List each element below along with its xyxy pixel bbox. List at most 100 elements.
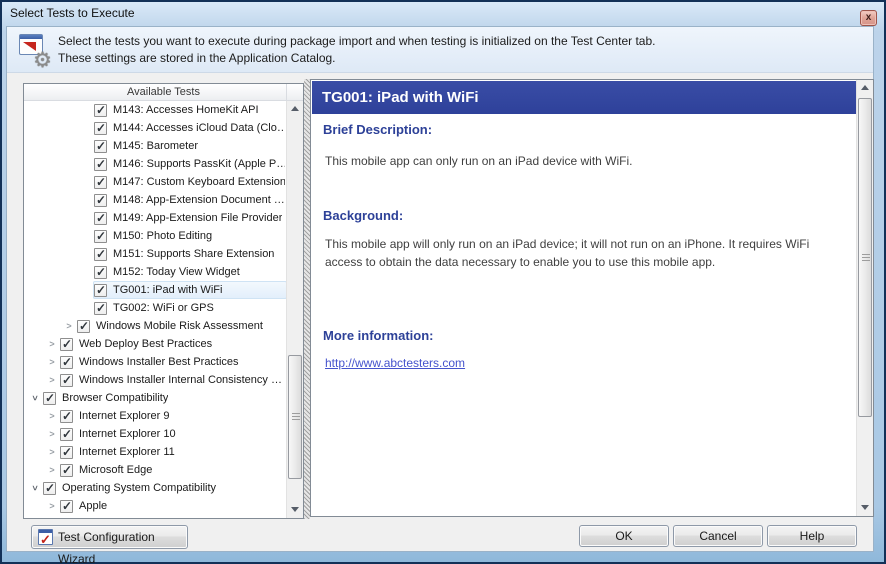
tree-item-label: M145: Barometer bbox=[113, 140, 198, 152]
expand-chevron-icon[interactable]: > bbox=[45, 499, 59, 513]
tree-item[interactable]: >Internet Explorer 10 bbox=[24, 425, 287, 443]
checkbox[interactable] bbox=[60, 374, 73, 387]
tree-item-label: M144: Accesses iCloud Data (Clo… bbox=[113, 122, 285, 134]
tree-item-label: Browser Compatibility bbox=[62, 392, 168, 404]
tree-item-label: Internet Explorer 11 bbox=[79, 446, 175, 458]
tree-item-label: Windows Installer Internal Consistency … bbox=[79, 374, 282, 386]
cancel-button[interactable]: Cancel bbox=[673, 525, 763, 547]
checkbox[interactable] bbox=[94, 302, 107, 315]
checkbox[interactable] bbox=[94, 104, 107, 117]
collapse-chevron-icon[interactable]: > bbox=[28, 391, 42, 405]
brief-description-body: This mobile app can only run on an iPad … bbox=[325, 152, 632, 170]
tree-item-label: M152: Today View Widget bbox=[113, 266, 240, 278]
tree-item[interactable]: > Windows Installer Internal Consistency … bbox=[24, 371, 287, 389]
tree-item[interactable]: M151: Supports Share Extension bbox=[24, 245, 287, 263]
available-tests-column-header[interactable]: Available Tests bbox=[24, 84, 303, 101]
more-information-link[interactable]: http://www.abctesters.com bbox=[325, 356, 465, 370]
checkbox[interactable] bbox=[94, 122, 107, 135]
tree-item[interactable]: > Windows Installer Best Practices bbox=[24, 353, 287, 371]
title-bar[interactable]: Select Tests to Execute x bbox=[2, 2, 884, 26]
tree-item[interactable]: >Windows Mobile Risk Assessment bbox=[24, 317, 287, 335]
tree-item-label: Windows Installer Best Practices bbox=[79, 356, 239, 368]
tree-item[interactable]: >Internet Explorer 9 bbox=[24, 407, 287, 425]
scroll-up-icon[interactable] bbox=[857, 80, 873, 97]
tree-scrollbar[interactable] bbox=[286, 101, 303, 518]
checkbox[interactable] bbox=[60, 464, 73, 477]
expand-chevron-icon[interactable]: > bbox=[45, 427, 59, 441]
checkbox[interactable] bbox=[94, 284, 107, 297]
expand-chevron-icon[interactable]: > bbox=[45, 409, 59, 423]
tree-item-label: Apple bbox=[79, 500, 107, 512]
checkbox[interactable] bbox=[94, 230, 107, 243]
detail-scrollbar-thumb[interactable] bbox=[858, 98, 872, 417]
tree-item[interactable]: M149: App-Extension File Provider bbox=[24, 209, 287, 227]
tree-item[interactable]: M147: Custom Keyboard Extension bbox=[24, 173, 287, 191]
checkbox[interactable] bbox=[60, 446, 73, 459]
checkbox[interactable] bbox=[77, 320, 90, 333]
collapse-chevron-icon[interactable]: > bbox=[28, 481, 42, 495]
tree-item[interactable]: TG002: WiFi or GPS bbox=[24, 299, 287, 317]
tree-item[interactable]: M152: Today View Widget bbox=[24, 263, 287, 281]
checkbox[interactable] bbox=[60, 500, 73, 513]
test-configuration-wizard-button[interactable]: Test Configuration Wizard bbox=[31, 525, 188, 549]
tree-item[interactable]: TG001: iPad with WiFi bbox=[24, 281, 287, 299]
tree-item[interactable]: >Web Deploy Best Practices bbox=[24, 335, 287, 353]
test-detail-panel: TG001: iPad with WiFi Brief Description:… bbox=[310, 79, 874, 517]
tree-item[interactable]: > Internet Explorer 11 bbox=[24, 443, 287, 461]
test-app-icon: ⚙ bbox=[18, 34, 52, 68]
scroll-up-icon[interactable] bbox=[287, 101, 303, 118]
tree-item[interactable]: M148: App-Extension Document … bbox=[24, 191, 287, 209]
checkbox[interactable] bbox=[94, 158, 107, 171]
tree-item[interactable]: M144: Accesses iCloud Data (Clo… bbox=[24, 119, 287, 137]
checkbox[interactable] bbox=[94, 248, 107, 261]
expand-chevron-icon[interactable]: > bbox=[45, 355, 59, 369]
tree-item-label: M146: Supports PassKit (Apple P… bbox=[113, 158, 285, 170]
checkbox[interactable] bbox=[43, 482, 56, 495]
tree-item-label: Microsoft Edge bbox=[79, 464, 152, 476]
tree-viewport[interactable]: M143: Accesses HomeKit API M144: Accesses… bbox=[24, 101, 287, 518]
close-icon[interactable]: x bbox=[860, 10, 877, 26]
checkbox[interactable] bbox=[94, 212, 107, 225]
ok-button[interactable]: OK bbox=[579, 525, 669, 547]
help-button[interactable]: Help bbox=[767, 525, 857, 547]
background-heading: Background: bbox=[323, 208, 403, 223]
expand-chevron-icon[interactable]: > bbox=[45, 463, 59, 477]
scroll-down-icon[interactable] bbox=[287, 501, 303, 518]
expand-chevron-icon[interactable]: > bbox=[62, 319, 76, 333]
instruction-line-1: Select the tests you want to execute dur… bbox=[58, 33, 655, 50]
checkbox[interactable] bbox=[60, 410, 73, 423]
checkbox[interactable] bbox=[94, 194, 107, 207]
checkbox[interactable] bbox=[94, 176, 107, 189]
checkbox[interactable] bbox=[43, 392, 56, 405]
expand-chevron-icon[interactable]: > bbox=[45, 373, 59, 387]
brief-description-heading: Brief Description: bbox=[323, 122, 432, 137]
scroll-down-icon[interactable] bbox=[857, 499, 873, 516]
background-body: This mobile app will only run on an iPad… bbox=[325, 235, 849, 271]
expand-chevron-icon[interactable]: > bbox=[45, 337, 59, 351]
tree-item[interactable]: M146: Supports PassKit (Apple P… bbox=[24, 155, 287, 173]
tree-item[interactable]: > Browser Compatibility bbox=[24, 389, 287, 407]
detail-scrollbar[interactable] bbox=[856, 80, 873, 516]
window-title: Select Tests to Execute bbox=[10, 6, 135, 20]
expand-chevron-icon[interactable]: > bbox=[45, 445, 59, 459]
tree-item-label: M148: App-Extension Document … bbox=[113, 194, 285, 206]
tree-item[interactable]: M150: Photo Editing bbox=[24, 227, 287, 245]
tree-item[interactable]: > Apple bbox=[24, 497, 287, 515]
checkbox[interactable] bbox=[60, 356, 73, 369]
select-tests-dialog: Select Tests to Execute x ⚙ Select the t… bbox=[0, 0, 886, 564]
checkbox[interactable] bbox=[60, 338, 73, 351]
tree-item[interactable]: M145: Barometer bbox=[24, 137, 287, 155]
tree-item-label: M143: Accesses HomeKit API bbox=[113, 104, 259, 116]
checkbox[interactable] bbox=[94, 140, 107, 153]
wizard-button-label: Test Configuration Wizard bbox=[58, 530, 155, 564]
tree-item[interactable]: > Microsoft Edge bbox=[24, 461, 287, 479]
checkbox[interactable] bbox=[60, 428, 73, 441]
test-detail-title: TG001: iPad with WiFi bbox=[312, 81, 857, 114]
checkbox[interactable] bbox=[94, 266, 107, 279]
tree-item[interactable]: M143: Accesses HomeKit API bbox=[24, 101, 287, 119]
tree-item-label: TG001: iPad with WiFi bbox=[113, 284, 222, 296]
tree-item[interactable]: > Operating System Compatibility bbox=[24, 479, 287, 497]
instruction-line-2: These settings are stored in the Applica… bbox=[58, 50, 655, 67]
tree-item-label: Operating System Compatibility bbox=[62, 482, 216, 494]
tree-scrollbar-thumb[interactable] bbox=[288, 355, 302, 479]
